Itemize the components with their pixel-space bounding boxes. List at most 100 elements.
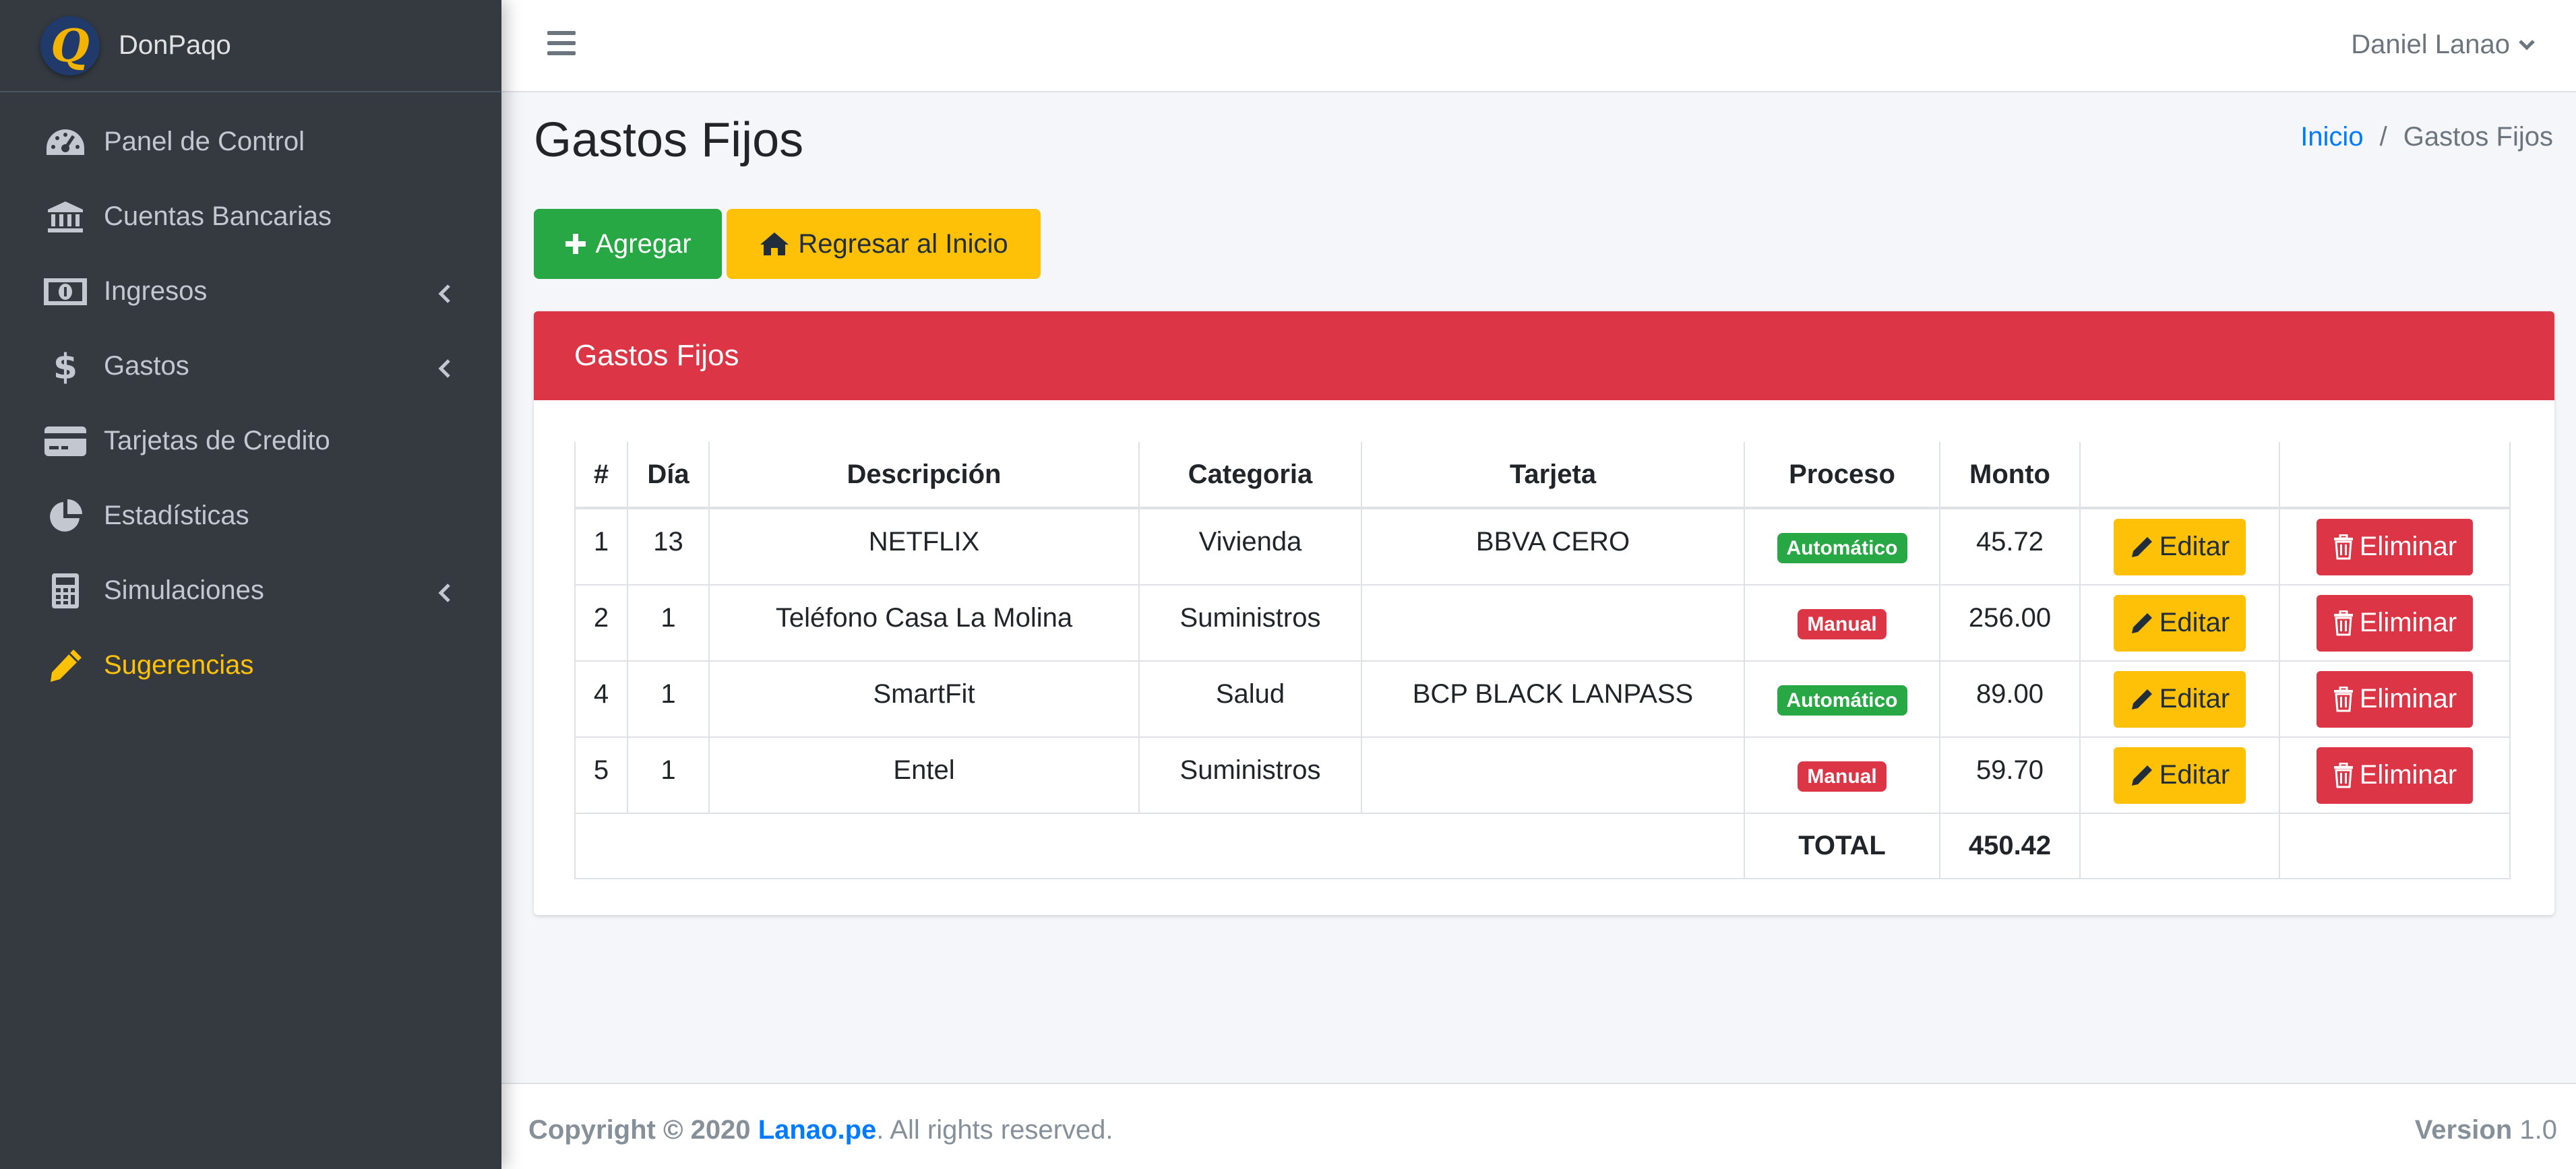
footer-link[interactable]: Lanao.pe: [758, 1115, 877, 1145]
fixed-expenses-table: # Día Descripción Categoria Tarjeta Proc…: [574, 442, 2511, 879]
bank-icon: [43, 198, 88, 236]
pencil-icon: [43, 647, 88, 685]
cell-edit: Editar: [2079, 584, 2280, 662]
delete-button-label: Eliminar: [2359, 684, 2457, 714]
brand-link[interactable]: Q DonPaqo: [0, 0, 501, 92]
fixed-expenses-card: Gastos Fijos # Día Descripción Categoria…: [534, 311, 2554, 915]
cell-dia: 1: [627, 736, 710, 814]
cell-monto: 89.00: [1939, 660, 2081, 738]
sidebar-item-panel-de-control[interactable]: Panel de Control: [0, 104, 501, 179]
sidebar-item-label: Panel de Control: [104, 127, 305, 156]
table-row: 2 1 Teléfono Casa La Molina Suministros …: [574, 584, 2511, 662]
breadcrumb-separator: /: [2379, 122, 2387, 152]
edit-button[interactable]: Editar: [2114, 670, 2246, 728]
cell-tarjeta: [1361, 584, 1745, 662]
pencil-icon: [2131, 612, 2152, 633]
cell-edit: Editar: [2079, 736, 2280, 814]
status-badge: Automático: [1777, 532, 1907, 563]
status-badge: Manual: [1798, 608, 1887, 639]
edit-button[interactable]: Editar: [2114, 518, 2246, 575]
footer: Copyright © 2020 Lanao.pe. All rights re…: [501, 1083, 2576, 1169]
brand-logo: Q: [40, 15, 100, 75]
column-header: Tarjeta: [1361, 442, 1745, 509]
sidebar-item-label: Sugerencias: [104, 650, 254, 680]
rights-text: . All rights reserved.: [876, 1115, 1113, 1145]
sidebar-item-simulaciones[interactable]: Simulaciones: [0, 553, 501, 628]
cell-proceso: Automático: [1744, 660, 1940, 738]
card-title: Gastos Fijos: [534, 311, 2554, 400]
column-header: [2279, 442, 2511, 509]
add-button-label: Agregar: [595, 228, 692, 259]
cell-id: 4: [574, 660, 628, 738]
total-value: 450.42: [1939, 813, 2081, 879]
total-empty: [2279, 813, 2511, 879]
sidebar-item-label: Tarjetas de Credito: [104, 426, 330, 455]
breadcrumb-home-link[interactable]: Inicio: [2300, 122, 2363, 152]
user-menu[interactable]: Daniel Lanao: [2351, 30, 2536, 60]
cell-monto: 256.00: [1939, 584, 2081, 662]
cell-descripcion: NETFLIX: [708, 507, 1140, 586]
cell-monto: 59.70: [1939, 736, 2081, 814]
brand-name: DonPaqo: [119, 30, 231, 60]
column-header: Descripción: [708, 442, 1140, 509]
version-value: 1.0: [2519, 1115, 2557, 1145]
cell-proceso: Manual: [1744, 584, 1940, 662]
sidebar-item-sugerencias[interactable]: Sugerencias: [0, 628, 501, 703]
cell-categoria: Suministros: [1138, 584, 1362, 662]
delete-button[interactable]: Eliminar: [2317, 594, 2473, 652]
total-empty: [2079, 813, 2280, 879]
cell-categoria: Salud: [1138, 660, 1362, 738]
total-row: TOTAL 450.42: [574, 813, 2511, 879]
trash-icon: [2333, 534, 2353, 559]
pencil-icon: [2131, 536, 2152, 557]
cell-id: 1: [574, 507, 628, 586]
chevron-left-icon: [438, 580, 452, 610]
copyright-label: Copyright © 2020: [528, 1115, 751, 1145]
delete-button[interactable]: Eliminar: [2317, 670, 2473, 728]
breadcrumb: Inicio / Gastos Fijos: [2300, 122, 2553, 152]
sidebar-item-cuentas-bancarias[interactable]: Cuentas Bancarias: [0, 179, 501, 254]
tachometer-icon: [43, 123, 88, 161]
sidebar-item-ingresos[interactable]: Ingresos: [0, 254, 501, 329]
delete-button[interactable]: Eliminar: [2317, 747, 2473, 804]
edit-button[interactable]: Editar: [2114, 594, 2246, 652]
svg-text:$: $: [54, 348, 77, 385]
money-bill-icon: [43, 273, 88, 311]
user-name: Daniel Lanao: [2351, 30, 2510, 59]
back-home-button[interactable]: Regresar al Inicio: [727, 209, 1041, 279]
delete-button[interactable]: Eliminar: [2317, 518, 2473, 575]
cell-monto: 45.72: [1939, 507, 2081, 586]
cell-id: 5: [574, 736, 628, 814]
add-button[interactable]: Agregar: [534, 209, 722, 279]
total-spacer: [574, 813, 1745, 879]
pie-chart-icon: [43, 497, 88, 535]
cell-descripcion: Entel: [708, 736, 1140, 814]
sidebar-item-gastos[interactable]: $ Gastos: [0, 329, 501, 404]
plus-icon: [565, 234, 586, 254]
sidebar-item-estadisticas[interactable]: Estadísticas: [0, 478, 501, 553]
trash-icon: [2333, 762, 2353, 788]
delete-button-label: Eliminar: [2359, 532, 2457, 561]
chevron-left-icon: [438, 356, 452, 386]
dollar-icon: $: [43, 348, 88, 385]
cell-proceso: Automático: [1744, 507, 1940, 586]
trash-icon: [2333, 610, 2353, 635]
calculator-icon: [43, 572, 88, 610]
sidebar: Q DonPaqo Panel de Control Cuentas Banca…: [0, 0, 501, 1169]
cell-tarjeta: [1361, 736, 1745, 814]
table-row: 5 1 Entel Suministros Manual 59.70 Edita…: [574, 736, 2511, 814]
edit-button[interactable]: Editar: [2114, 747, 2246, 804]
credit-card-icon: [43, 422, 88, 460]
column-header: Monto: [1939, 442, 2081, 509]
page-title: Gastos Fijos: [534, 113, 804, 167]
cell-id: 2: [574, 584, 628, 662]
sidebar-item-label: Cuentas Bancarias: [104, 201, 332, 231]
column-header: #: [574, 442, 628, 509]
menu-toggle-icon[interactable]: [547, 31, 576, 58]
cell-descripcion: Teléfono Casa La Molina: [708, 584, 1140, 662]
table-row: 4 1 SmartFit Salud BCP BLACK LANPASS Aut…: [574, 660, 2511, 738]
delete-button-label: Eliminar: [2359, 760, 2457, 790]
edit-button-label: Editar: [2159, 532, 2230, 561]
sidebar-item-tarjetas-de-credito[interactable]: Tarjetas de Credito: [0, 404, 501, 478]
sidebar-item-label: Ingresos: [104, 276, 208, 306]
